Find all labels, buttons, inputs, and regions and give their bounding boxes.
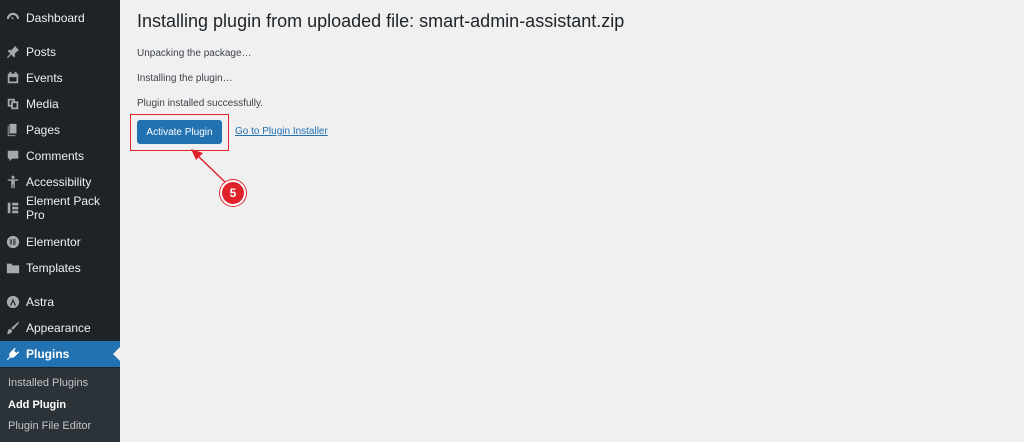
current-menu-arrow <box>113 347 120 361</box>
menu-label: Pages <box>26 123 61 137</box>
astra-icon <box>6 295 20 309</box>
menu-label: Media <box>26 97 59 111</box>
plug-icon <box>6 347 20 361</box>
menu-posts[interactable]: Posts <box>0 39 120 65</box>
elementor-icon <box>6 235 20 249</box>
media-icon <box>6 97 20 111</box>
submenu-installed-plugins[interactable]: Installed Plugins <box>8 377 88 389</box>
menu-label: Dashboard <box>26 11 85 25</box>
folder-icon <box>6 261 20 275</box>
status-installing: Installing the plugin… <box>137 73 233 84</box>
menu-label: Appearance <box>26 321 91 335</box>
page-title: Installing plugin from uploaded file: sm… <box>137 11 625 31</box>
menu-element-pack-pro[interactable]: Element Pack Pro <box>0 194 120 222</box>
admin-sidebar: Dashboard Posts Events Media Pages Comme… <box>0 0 120 442</box>
menu-elementor[interactable]: Elementor <box>0 229 120 255</box>
go-to-plugin-installer-link[interactable]: Go to Plugin Installer <box>235 126 328 137</box>
highlight-box <box>130 114 229 151</box>
menu-label: Comments <box>26 149 85 163</box>
menu-appearance[interactable]: Appearance <box>0 315 120 341</box>
menu-label: Plugins <box>26 347 70 361</box>
menu-label: Templates <box>26 261 81 275</box>
menu-pages[interactable]: Pages <box>0 117 120 143</box>
menu-astra[interactable]: Astra <box>0 289 120 315</box>
menu-label: Astra <box>26 295 55 309</box>
comment-icon <box>6 149 20 163</box>
menu-dashboard[interactable]: Dashboard <box>0 5 120 31</box>
accessibility-icon <box>6 175 20 189</box>
plugins-submenu: Installed Plugins Add Plugin Plugin File… <box>0 368 120 442</box>
brush-icon <box>6 321 20 335</box>
menu-comments[interactable]: Comments <box>0 143 120 169</box>
element-pack-icon <box>6 201 20 215</box>
status-unpacking: Unpacking the package… <box>137 48 252 59</box>
annotation-arrow <box>191 149 227 184</box>
menu-label: Events <box>26 71 63 85</box>
menu-media[interactable]: Media <box>0 91 120 117</box>
pages-icon <box>6 123 20 137</box>
step-number-badge: 5 <box>220 180 246 206</box>
menu-label: Accessibility <box>26 175 92 189</box>
menu-plugins[interactable]: Plugins <box>0 341 120 367</box>
submenu-plugin-file-editor[interactable]: Plugin File Editor <box>8 420 91 432</box>
submenu-add-plugin[interactable]: Add Plugin <box>8 399 66 411</box>
menu-label: Posts <box>26 45 57 59</box>
calendar-icon <box>6 71 20 85</box>
pin-icon <box>6 45 20 59</box>
menu-templates[interactable]: Templates <box>0 255 120 281</box>
menu-events[interactable]: Events <box>0 65 120 91</box>
menu-label: Elementor <box>26 235 81 249</box>
menu-accessibility[interactable]: Accessibility <box>0 169 120 195</box>
dashboard-icon <box>6 11 20 25</box>
status-success: Plugin installed successfully. <box>137 98 263 109</box>
menu-label: Element Pack Pro <box>26 194 101 222</box>
